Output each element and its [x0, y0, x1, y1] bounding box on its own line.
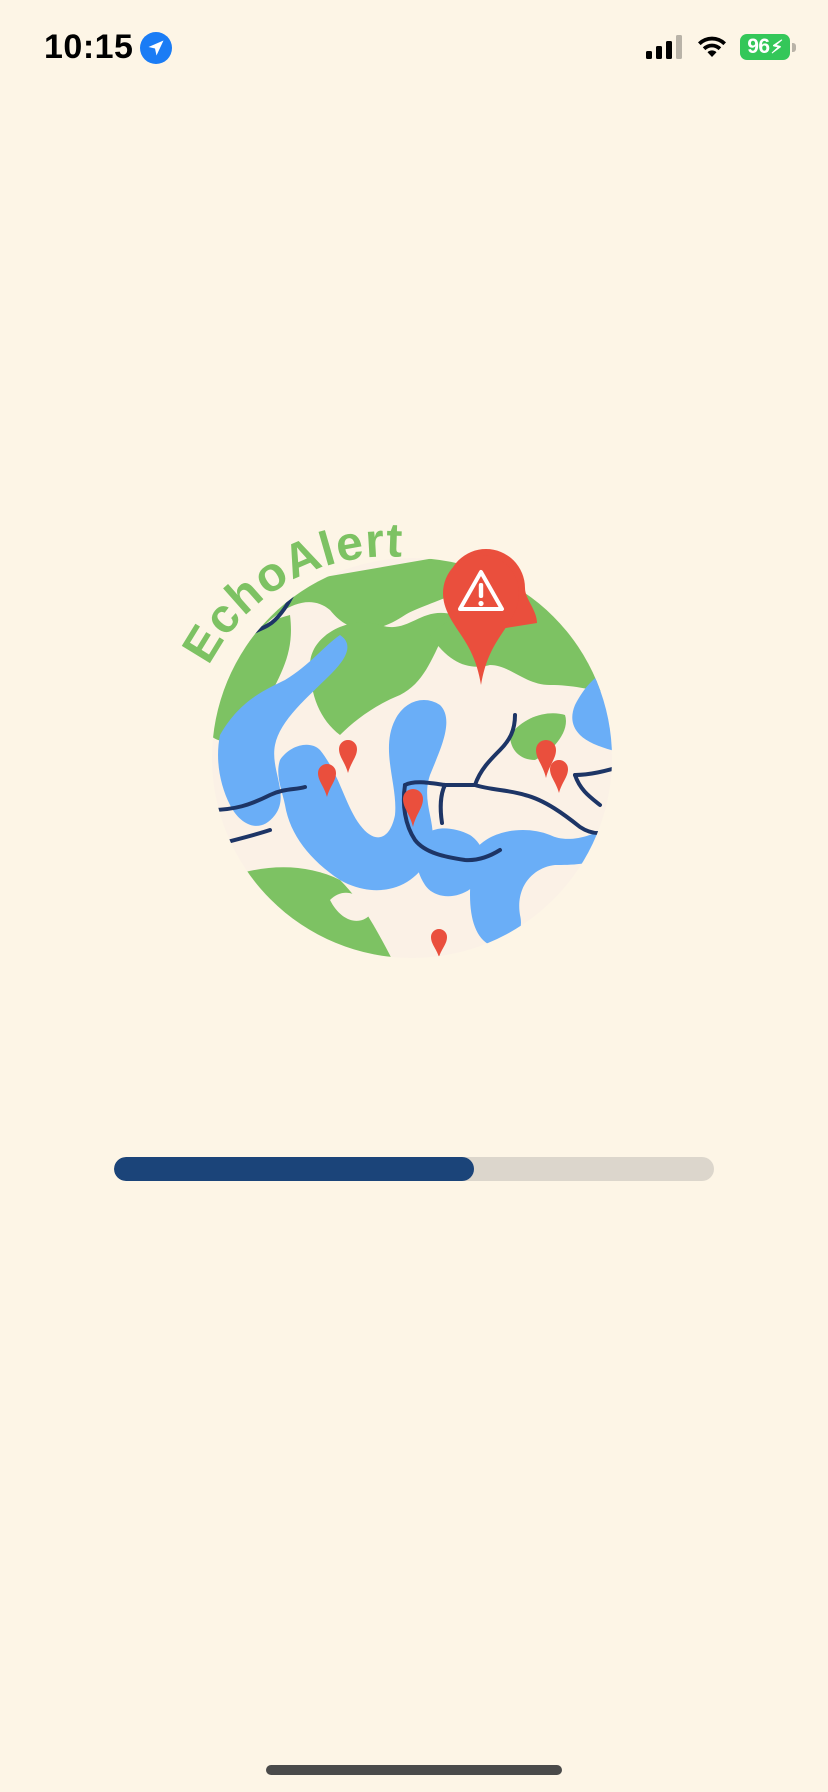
echoalert-logo: EchoAlert	[180, 505, 630, 975]
status-time-group: 10:15	[44, 28, 173, 67]
battery-indicator: 96 ⚡︎	[740, 34, 796, 60]
cellular-signal-icon	[646, 35, 682, 59]
charging-bolt-icon: ⚡︎	[770, 36, 784, 57]
battery-charging-icon: 96 ⚡︎	[740, 34, 790, 60]
battery-cap	[792, 42, 796, 52]
location-arrow-icon	[140, 31, 173, 64]
wifi-icon	[698, 36, 726, 57]
status-time: 10:15	[44, 28, 134, 66]
battery-level: 96	[747, 35, 770, 58]
home-indicator[interactable]	[266, 1765, 562, 1775]
status-indicators: 96 ⚡︎	[646, 34, 796, 60]
status-bar: 10:15 96 ⚡︎	[0, 0, 828, 100]
loading-progress-bar	[114, 1157, 714, 1181]
loading-progress-fill	[114, 1157, 474, 1181]
